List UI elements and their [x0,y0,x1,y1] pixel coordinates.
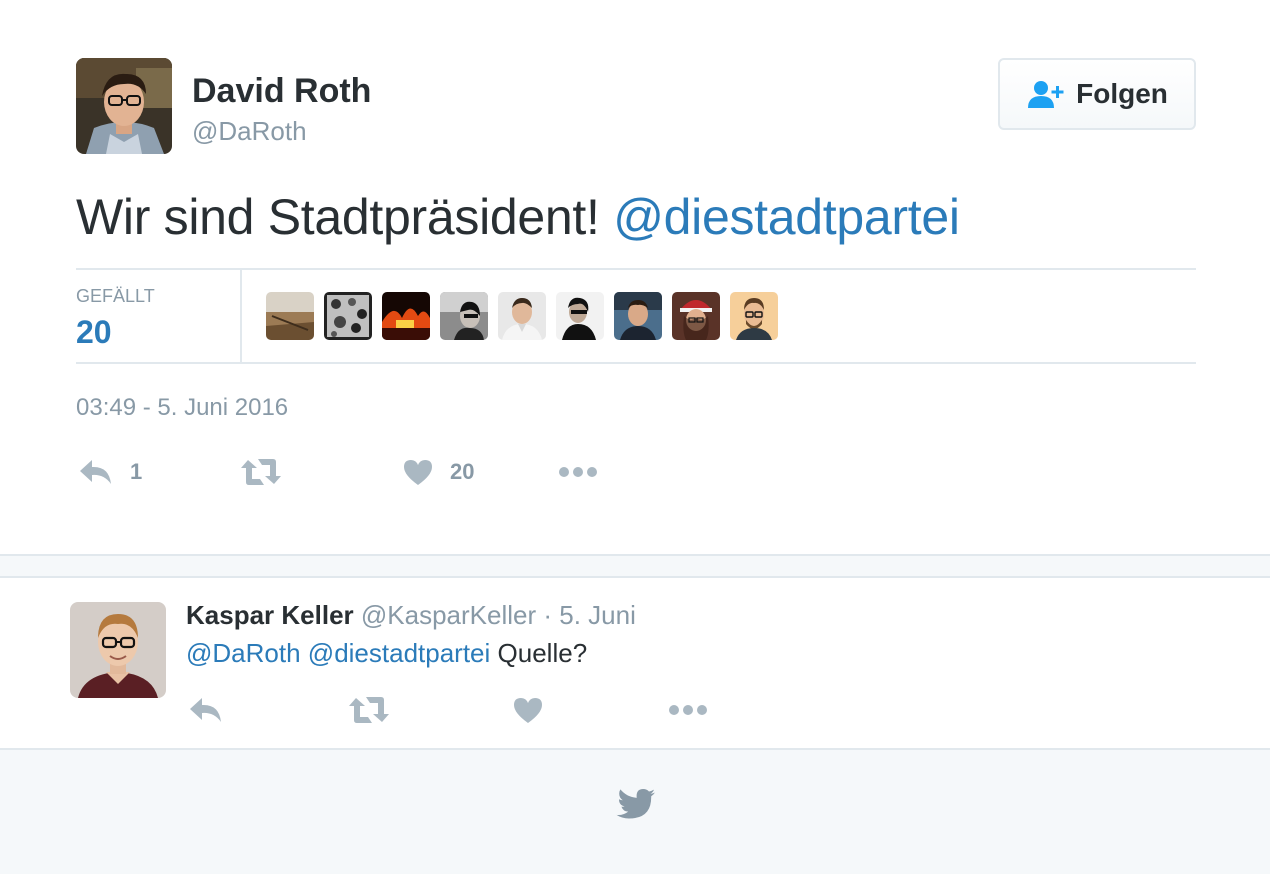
more-icon [559,467,597,477]
tweet-timestamp[interactable]: 03:49 - 5. Juni 2016 [76,394,288,422]
liker-avatar[interactable] [266,292,314,340]
heart-icon [514,698,542,723]
liker-avatar[interactable] [556,292,604,340]
liker-avatar[interactable] [382,292,430,340]
heart-icon [404,460,432,485]
liker-avatar[interactable] [672,292,720,340]
reply-header: Kaspar Keller @KasparKeller · 5. Juni [186,600,636,631]
embed-footer [0,750,1270,874]
reply-reply-button[interactable] [188,690,224,730]
author-avatar[interactable] [76,58,172,154]
add-user-icon [1028,81,1064,108]
likes-label: GEFÄLLT [76,286,155,306]
liker-avatar[interactable] [324,292,372,340]
reply-tweet[interactable]: Kaspar Keller @KasparKeller · 5. Juni @D… [0,578,1270,750]
tweet-stats: GEFÄLLT 20 [76,268,1196,364]
like-count: 20 [450,459,475,484]
reply-text: @DaRoth @diestadtpartei Quelle? [186,638,587,669]
reply-icon [80,460,111,484]
likes-count[interactable]: 20 [76,314,112,351]
liker-avatar[interactable] [614,292,662,340]
reply-count: 1 [130,459,143,484]
reply-author-name[interactable]: Kaspar Keller [186,600,354,630]
reply-icon [190,698,221,722]
tweet-text-body: Wir sind Stadtpräsident! [76,189,614,245]
retweet-icon [349,697,389,723]
reply-mention-daroth[interactable]: @DaRoth [186,638,301,668]
author-handle[interactable]: @DaRoth [192,116,307,147]
liker-avatar[interactable] [498,292,546,340]
retweet-button[interactable] [240,452,282,492]
reply-like-button[interactable] [512,690,544,730]
reply-more-button[interactable] [668,690,708,730]
liker-avatar[interactable] [730,292,778,340]
reply-retweet-button[interactable] [348,690,390,730]
main-tweet: David Roth @DaRoth Folgen Wir sind Stadt… [0,0,1270,554]
more-button[interactable] [558,452,598,492]
reply-separator-dot: · [536,600,560,630]
reply-button[interactable]: 1 [78,452,142,492]
twitter-bird-icon[interactable] [614,788,656,824]
follow-button[interactable]: Folgen [998,58,1196,130]
retweet-icon [241,459,281,485]
stats-divider [240,270,242,362]
like-button[interactable]: 20 [402,452,474,492]
reply-mention-diestadtpartei[interactable]: @diestadtpartei [308,638,491,668]
tweet-mention-link[interactable]: @diestadtpartei [613,189,960,245]
reply-author-avatar[interactable] [70,602,166,698]
liker-avatar[interactable] [440,292,488,340]
conversation-separator [0,554,1270,578]
more-icon [669,705,707,715]
tweet-text: Wir sind Stadtpräsident! @diestadtpartei [76,188,960,246]
reply-author-handle[interactable]: @KasparKeller [361,600,536,630]
reply-timestamp[interactable]: 5. Juni [559,600,636,630]
author-name[interactable]: David Roth [192,72,371,111]
liker-avatars [266,292,778,340]
reply-text-body: Quelle? [497,638,588,668]
follow-button-label: Folgen [1076,78,1168,109]
